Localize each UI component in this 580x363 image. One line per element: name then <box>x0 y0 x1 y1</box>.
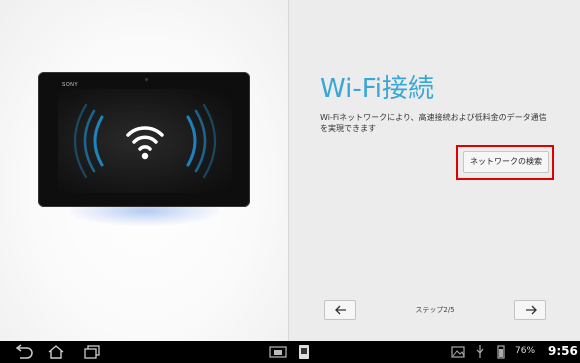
clock: 9:56 <box>548 344 578 358</box>
step-indicator: ステップ2/5 <box>415 306 455 314</box>
tablet-brand-label: SONY <box>62 82 79 88</box>
tablet-camera <box>145 78 148 81</box>
page-description: Wi-Fiネットワークにより、高速接続および低料金のデータ通信を実現できます <box>320 113 547 133</box>
small-app-icon[interactable] <box>296 344 312 360</box>
wifi-icon <box>74 103 216 179</box>
search-networks-button[interactable]: ネットワークの検索 <box>463 151 549 173</box>
image-icon <box>451 346 465 358</box>
arrow-left-icon <box>335 305 346 315</box>
back-button[interactable] <box>324 300 356 320</box>
page-title: Wi-Fi接続 <box>320 74 435 104</box>
next-button[interactable] <box>514 300 546 320</box>
recent-apps-icon[interactable] <box>83 344 101 360</box>
system-bar <box>0 341 580 363</box>
usb-icon <box>476 345 484 358</box>
arrow-right-icon <box>526 305 537 315</box>
battery-icon <box>497 345 505 359</box>
home-icon[interactable] <box>47 344 65 360</box>
screenshot-icon[interactable] <box>268 344 288 360</box>
back-icon[interactable] <box>12 344 34 360</box>
battery-level: 76% <box>515 346 536 356</box>
